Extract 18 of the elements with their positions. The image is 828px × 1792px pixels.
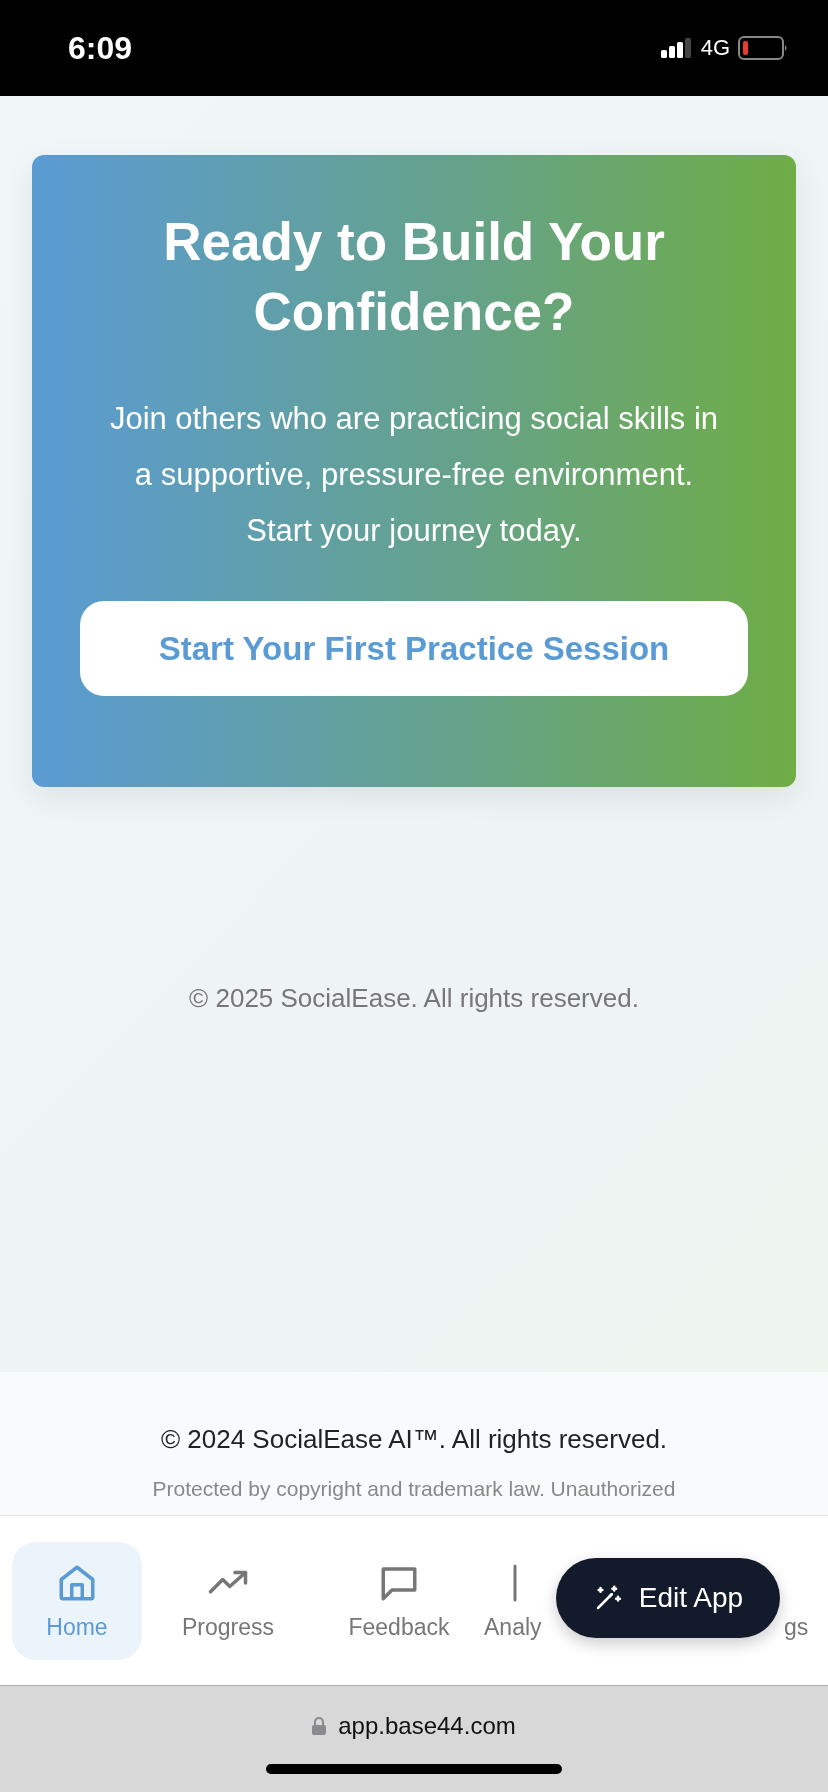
nav-tab[interactable]: Analy <box>484 1542 552 1660</box>
cta-title: Ready to Build Your Confidence? <box>162 211 666 343</box>
footer-copyright: © 2024 SocialEase AI™. All rights reserved. <box>159 1424 669 1455</box>
lock-icon <box>312 1717 327 1735</box>
nav-tab[interactable]: Progress <box>142 1542 314 1660</box>
network-label: 4G <box>700 35 730 61</box>
clock-time: 6:09 <box>68 29 133 67</box>
start-session-button[interactable]: Start Your First Practice Session <box>80 601 748 696</box>
edit-app-button[interactable]: Edit App <box>556 1558 780 1638</box>
signal-icon <box>660 38 693 58</box>
cta-text: Join others who are practicing social skills in a supportive, pressure-free environment. Start your journey today. <box>109 400 719 550</box>
nav-tab[interactable]: gs <box>784 1542 824 1660</box>
nav-tab[interactable]: Home <box>12 1542 142 1660</box>
url-text[interactable]: app.base44.com <box>338 1712 516 1740</box>
copyright-text: © 2025 SocialEase. All rights reserved. <box>188 983 640 1014</box>
battery-icon <box>738 36 788 60</box>
nav-tab[interactable]: Feedback <box>314 1542 484 1660</box>
footer-notice: Protected by copyright and trademark law. Unauthorized <box>151 1477 677 1501</box>
